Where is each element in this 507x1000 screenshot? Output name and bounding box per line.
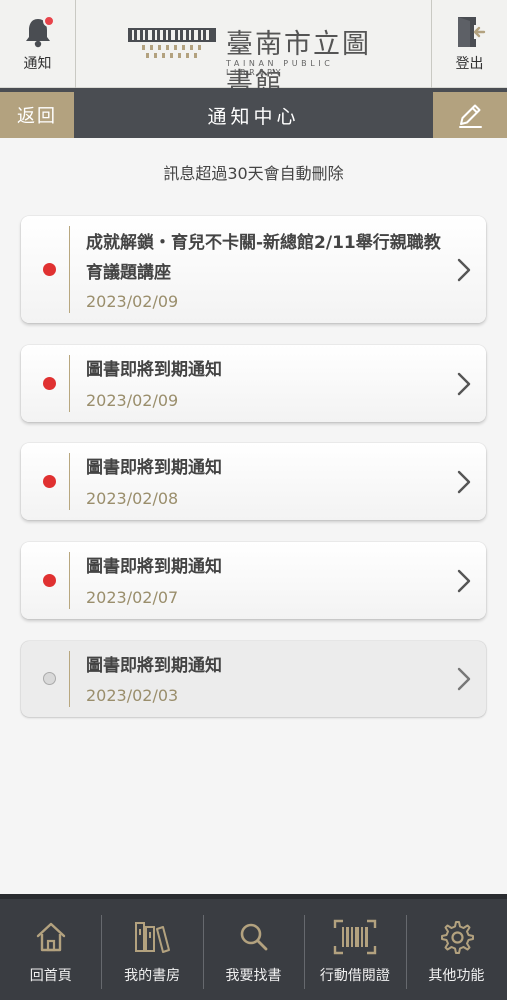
notification-item[interactable]: 成就解鎖・育兒不卡關-新總館2/11舉行親職教育議題講座 2023/02/09 <box>21 216 486 323</box>
unread-dot <box>43 574 56 587</box>
unread-dot <box>43 377 56 390</box>
nav-home[interactable]: 回首頁 <box>0 899 101 1000</box>
unread-badge <box>42 15 55 27</box>
edit-button[interactable] <box>433 92 507 138</box>
unread-dot <box>43 263 56 276</box>
chevron-right-icon <box>457 470 471 494</box>
notification-date: 2023/02/07 <box>86 588 179 607</box>
pencil-icon <box>459 104 482 128</box>
card-divider <box>69 226 70 313</box>
notification-item[interactable]: 圖書即將到期通知 2023/02/03 <box>21 641 486 717</box>
notification-date: 2023/02/03 <box>86 686 179 705</box>
chevron-right-icon <box>457 372 471 396</box>
app-header: 通知 臺南市立圖書館 TAINAN PUBLIC LIBRARY 登出 <box>0 0 507 99</box>
library-name-en: TAINAN PUBLIC LIBRARY <box>226 59 334 77</box>
library-logo: 臺南市立圖書館 TAINAN PUBLIC LIBRARY <box>128 20 388 99</box>
card-divider <box>69 355 70 412</box>
nav-label: 我要找書 <box>225 968 282 984</box>
nav-label: 行動借閱證 <box>319 968 390 984</box>
notification-date: 2023/02/09 <box>86 292 179 311</box>
notification-title: 圖書即將到期通知 <box>86 557 222 577</box>
nav-label: 我的書房 <box>124 968 181 984</box>
door-exit-icon <box>457 17 485 47</box>
chevron-right-icon <box>457 258 471 282</box>
read-dot <box>43 672 56 685</box>
notification-date: 2023/02/08 <box>86 489 179 508</box>
home-icon <box>36 922 65 952</box>
logout-button[interactable]: 登出 <box>431 0 507 88</box>
nav-mobile-card[interactable]: 行動借閱證 <box>304 899 405 1000</box>
notification-title: 圖書即將到期通知 <box>86 656 222 676</box>
notification-item[interactable]: 圖書即將到期通知 2023/02/07 <box>21 542 486 619</box>
notification-date: 2023/02/09 <box>86 391 179 410</box>
notify-label: 通知 <box>23 56 52 72</box>
bottom-nav: 回首頁 我的書房 我要找書 行動借閱證 其他功能 <box>0 894 507 1000</box>
unread-dot <box>43 475 56 488</box>
card-divider <box>69 651 70 707</box>
back-button[interactable]: 返回 <box>0 92 74 138</box>
nav-label: 其他功能 <box>428 968 485 984</box>
auto-delete-notice: 訊息超過30天會自動刪除 <box>163 164 344 183</box>
chevron-right-icon <box>457 569 471 593</box>
notification-item[interactable]: 圖書即將到期通知 2023/02/08 <box>21 443 486 520</box>
notification-title: 成就解鎖・育兒不卡關-新總館2/11舉行親職教育議題講座 <box>86 233 441 283</box>
logo-mark-icon <box>128 28 216 58</box>
notify-button[interactable]: 通知 <box>0 0 76 88</box>
books-icon <box>135 922 171 953</box>
title-bar: 返回 通知中心 <box>0 92 507 138</box>
page-title: 通知中心 <box>207 105 300 128</box>
notification-title: 圖書即將到期通知 <box>86 458 222 478</box>
card-divider <box>69 453 70 510</box>
notification-title: 圖書即將到期通知 <box>86 360 222 380</box>
search-icon <box>240 923 267 951</box>
card-divider <box>69 552 70 609</box>
nav-label: 回首頁 <box>29 968 72 984</box>
nav-search-books[interactable]: 我要找書 <box>202 899 304 1000</box>
gear-icon <box>441 921 475 954</box>
nav-other-functions[interactable]: 其他功能 <box>405 899 507 1000</box>
nav-my-library[interactable]: 我的書房 <box>101 899 202 1000</box>
bell-icon <box>21 15 55 49</box>
chevron-right-icon <box>457 667 471 691</box>
logout-label: 登出 <box>455 56 484 72</box>
notification-item[interactable]: 圖書即將到期通知 2023/02/09 <box>21 345 486 422</box>
barcode-icon <box>333 919 377 955</box>
